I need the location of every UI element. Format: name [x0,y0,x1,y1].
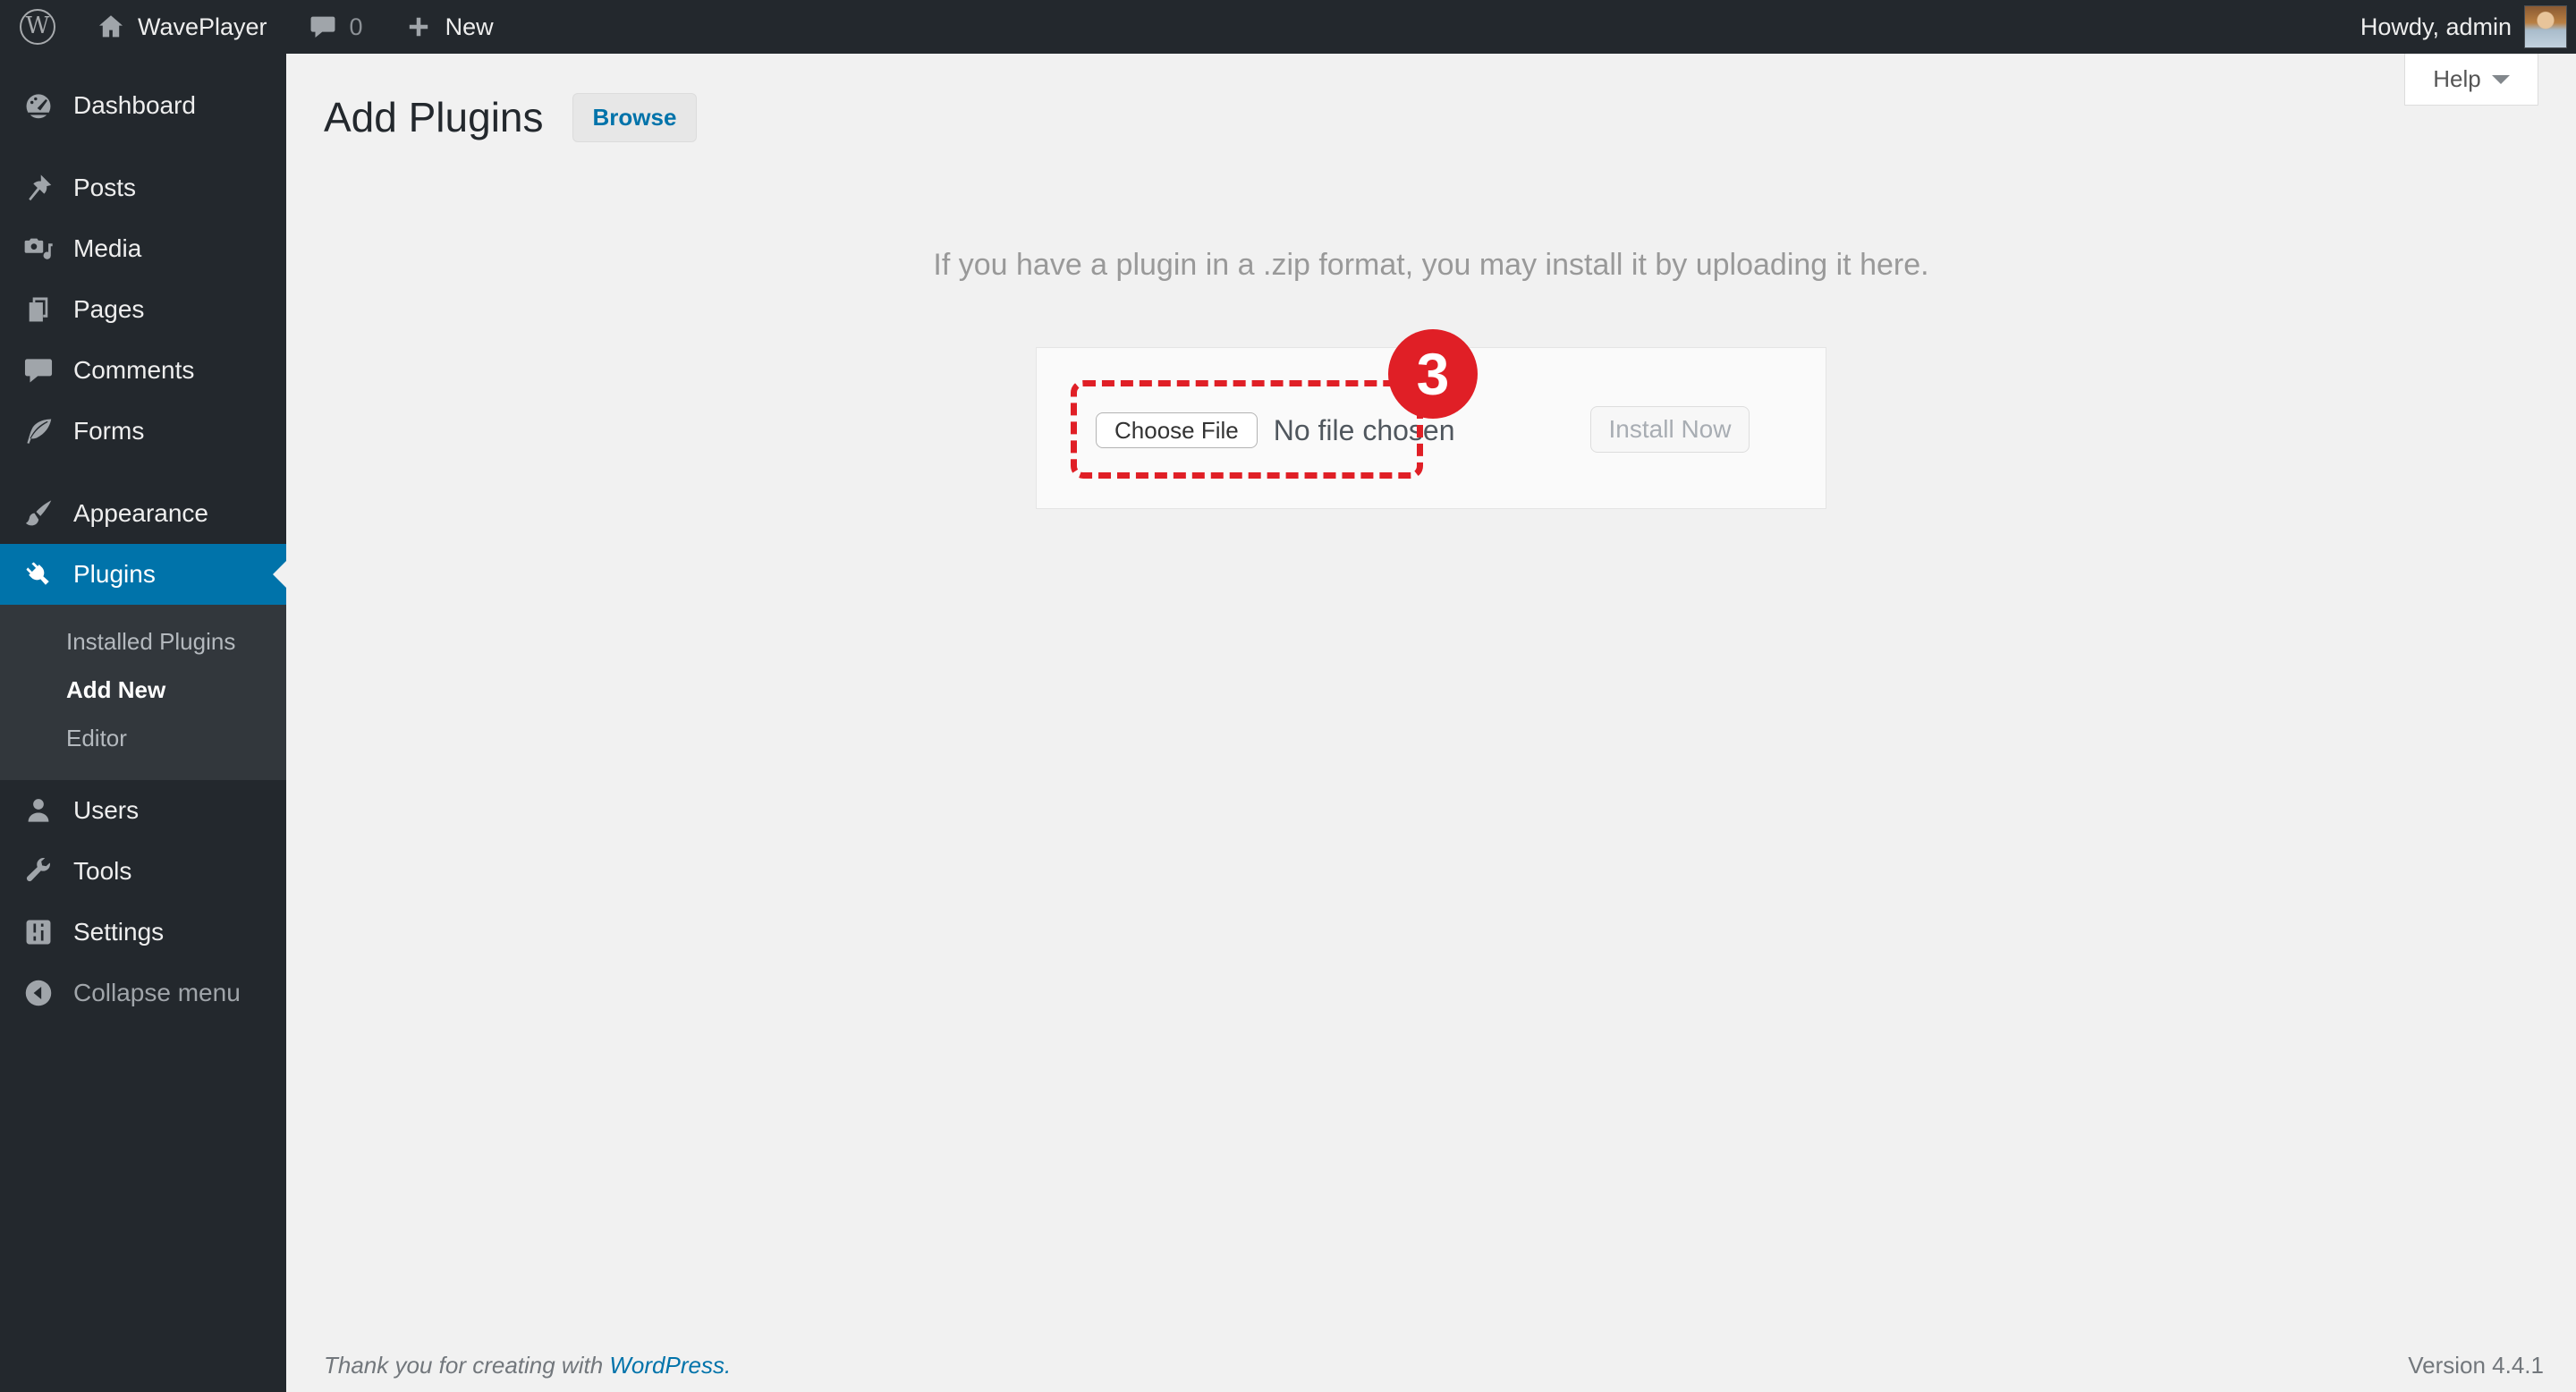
browse-button[interactable]: Browse [572,93,698,143]
sidebar-item-label: Collapse menu [73,979,241,1006]
pages-icon [20,291,57,328]
wordpress-link[interactable]: WordPress. [609,1352,731,1379]
new-label: New [445,13,494,40]
howdy-label: Howdy, admin [2360,13,2512,40]
upload-plugin-panel: Choose File No file chosen Install Now 3 [1036,329,1826,510]
help-label: Help [2433,65,2481,92]
sidebar-item-label: Settings [73,918,165,946]
choose-file-button[interactable]: Choose File [1096,412,1258,449]
comment-count: 0 [349,13,363,40]
admin-sidebar: Dashboard Posts Media Pages Comments Forms App… [0,54,286,1392]
sidebar-item-media[interactable]: Media [0,218,286,279]
feather-icon [20,412,57,450]
sidebar-item-posts[interactable]: Posts [0,157,286,218]
sidebar-item-label: Users [73,796,140,824]
main-content: Help Add Plugins Browse If you have a pl… [286,54,2576,1392]
sidebar-item-label: Media [73,234,142,262]
menu-separator [0,462,286,483]
user-icon [20,792,57,829]
annotation-step-badge: 3 [1388,329,1478,420]
page-title: Add Plugins [324,94,544,140]
comment-bubble-icon [307,11,339,43]
sidebar-item-label: Posts [73,174,137,201]
dashboard-icon [20,87,57,124]
submenu-item-add-new[interactable]: Add New [0,666,286,714]
admin-bar: WavePlayer 0 New Howdy, admin [0,0,2576,54]
my-account-menu[interactable]: Howdy, admin [2341,0,2576,54]
upload-instructions: If you have a plugin in a .zip format, y… [933,248,1929,283]
sidebar-item-pages[interactable]: Pages [0,279,286,340]
install-now-button[interactable]: Install Now [1590,406,1750,454]
sidebar-item-forms[interactable]: Forms [0,401,286,462]
media-icon [20,230,57,267]
title-row: Add Plugins Browse [286,54,2576,143]
sidebar-item-label: Dashboard [73,91,196,119]
comments-menu[interactable]: 0 [287,0,383,54]
sidebar-item-plugins[interactable]: Plugins [0,544,286,605]
settings-icon [20,913,57,951]
footer-thanks: Thank you for creating with WordPress. [324,1352,731,1379]
sidebar-item-label: Tools [73,857,132,885]
avatar [2524,5,2567,48]
sidebar-item-users[interactable]: Users [0,780,286,841]
new-content-menu[interactable]: New [383,0,513,54]
home-icon [95,11,127,43]
sidebar-item-collapse-menu[interactable]: Collapse menu [0,963,286,1023]
site-name-label: WavePlayer [138,13,267,40]
sidebar-item-settings[interactable]: Settings [0,902,286,963]
sidebar-item-label: Pages [73,295,145,323]
sidebar-item-label: Plugins [73,560,156,588]
submenu-item-editor[interactable]: Editor [0,714,286,762]
wp-logo-menu[interactable] [0,0,75,54]
submenu-item-installed-plugins[interactable]: Installed Plugins [0,617,286,666]
footer-thanks-text: Thank you for creating with [324,1352,610,1379]
help-tab[interactable]: Help [2404,54,2538,106]
plus-icon [402,11,435,43]
sidebar-item-appearance[interactable]: Appearance [0,483,286,544]
wordpress-logo-icon [20,9,55,45]
footer: Thank you for creating with WordPress. V… [286,1352,2576,1379]
sidebar-item-tools[interactable]: Tools [0,841,286,902]
site-name-menu[interactable]: WavePlayer [75,0,287,54]
file-status-text: No file chosen [1273,413,1455,446]
plugins-submenu: Installed Plugins Add New Editor [0,605,286,780]
version-label: Version 4.4.1 [2408,1352,2544,1379]
brush-icon [20,495,57,532]
sidebar-item-label: Comments [73,356,195,384]
plugin-icon [20,556,57,593]
pushpin-icon [20,169,57,207]
comment-icon [20,352,57,389]
file-input-row: Choose File No file chosen [1096,407,1455,454]
sidebar-item-label: Appearance [73,499,209,527]
sidebar-item-label: Forms [73,417,145,445]
wrench-icon [20,853,57,890]
sidebar-item-comments[interactable]: Comments [0,340,286,401]
sidebar-item-dashboard[interactable]: Dashboard [0,75,286,136]
chevron-down-icon [2491,74,2510,93]
menu-separator [0,136,286,157]
collapse-icon [20,974,57,1012]
